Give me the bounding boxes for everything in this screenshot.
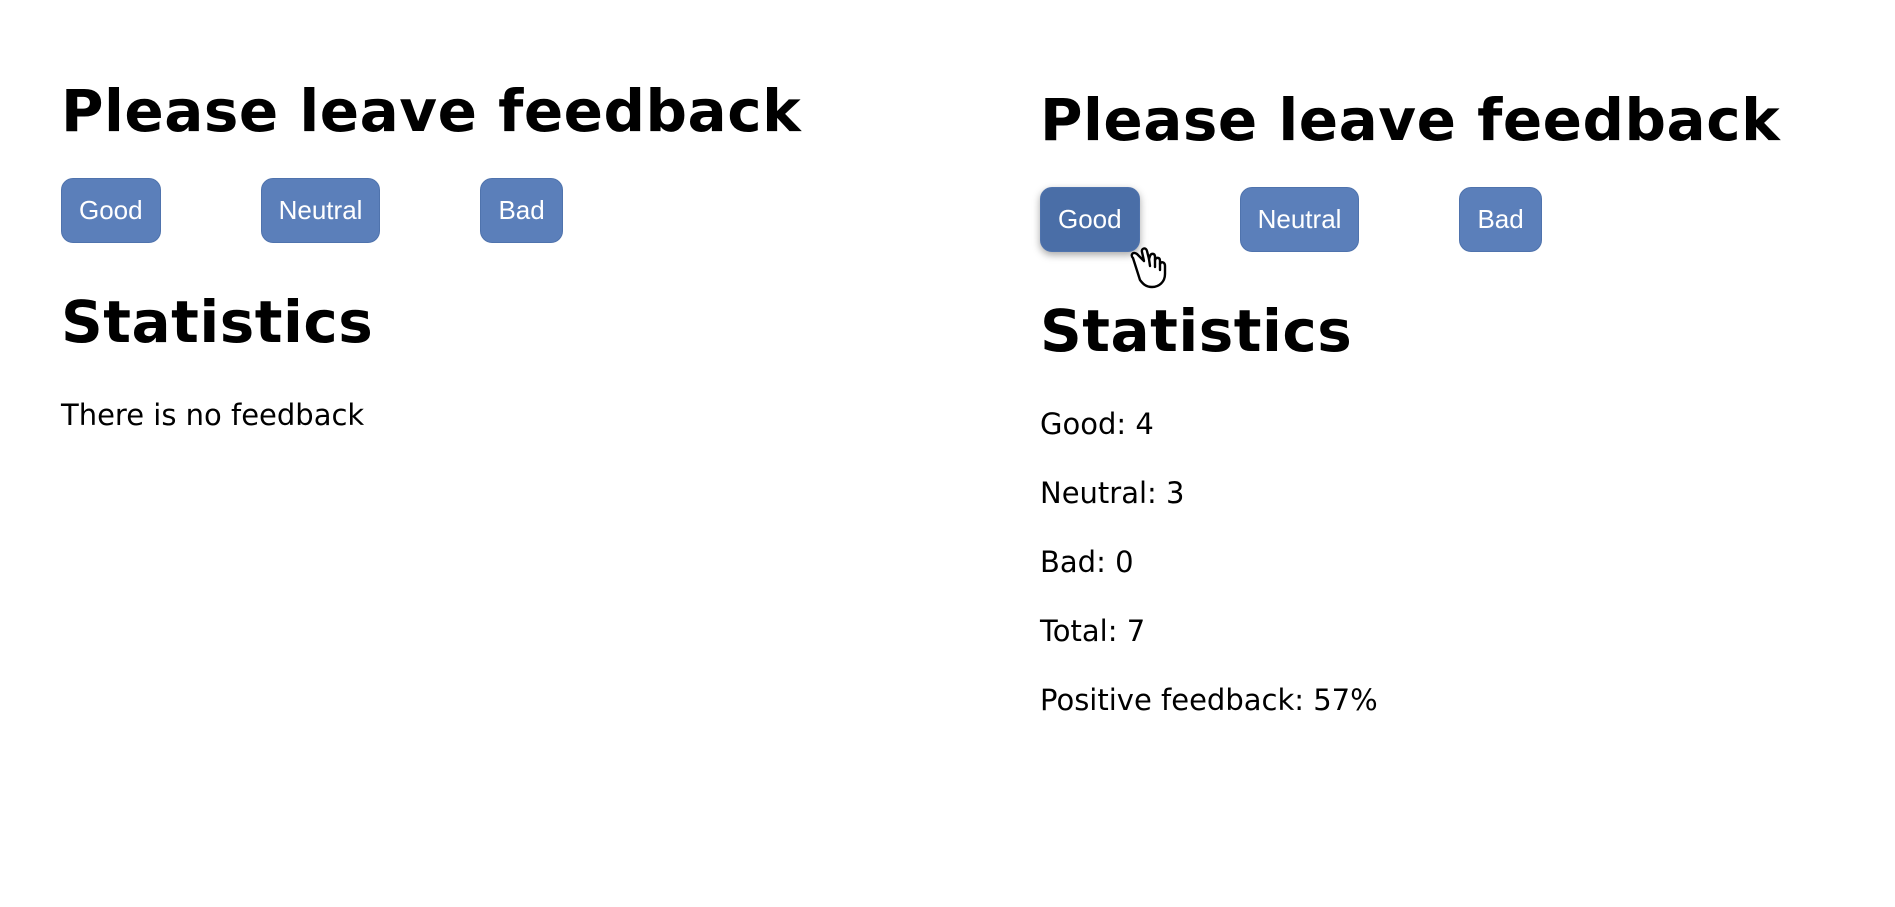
statistics-title: Statistics bbox=[1040, 297, 1353, 365]
statistics-title: Statistics bbox=[61, 288, 374, 356]
feedback-panel-empty: Please leave feedback Good Neutral Bad S… bbox=[61, 76, 961, 433]
no-feedback-message: There is no feedback bbox=[61, 398, 365, 432]
positive-feedback-percentage: Positive feedback: 57% bbox=[1040, 683, 1378, 717]
feedback-buttons: Good Neutral Bad bbox=[61, 178, 961, 243]
good-count: Good: 4 bbox=[1040, 407, 1154, 441]
feedback-title: Please leave feedback bbox=[1040, 86, 1781, 154]
neutral-count: Neutral: 3 bbox=[1040, 476, 1185, 510]
neutral-button[interactable]: Neutral bbox=[1239, 187, 1360, 252]
statistics-list: Good: 4 Neutral: 3 Bad: 0 Total: 7 Posit… bbox=[1040, 406, 1895, 718]
feedback-title: Please leave feedback bbox=[61, 77, 802, 145]
feedback-buttons: Good Neutral Bad bbox=[1040, 187, 1895, 252]
feedback-comparison-stage: Please leave feedback Good Neutral Bad S… bbox=[0, 0, 1895, 907]
feedback-panel-with-stats: Please leave feedback Good Neutral Bad S… bbox=[1040, 85, 1895, 751]
bad-button[interactable]: Bad bbox=[1459, 187, 1542, 252]
bad-button[interactable]: Bad bbox=[480, 178, 563, 243]
good-button[interactable]: Good bbox=[1040, 187, 1140, 252]
neutral-button[interactable]: Neutral bbox=[260, 178, 381, 243]
total-count: Total: 7 bbox=[1040, 614, 1146, 648]
good-button[interactable]: Good bbox=[61, 178, 161, 243]
bad-count: Bad: 0 bbox=[1040, 545, 1134, 579]
